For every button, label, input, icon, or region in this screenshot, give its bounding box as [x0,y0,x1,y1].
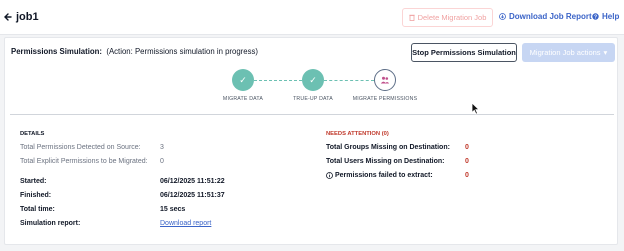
finished-label: Finished: [20,192,52,199]
chevron-down-icon: ▾ [603,48,608,57]
step-migrate-data: ✓ [232,69,254,91]
svg-text:?: ? [594,14,597,20]
users-missing-label: Total Users Missing on Destination: [326,158,445,165]
section-divider [10,114,614,115]
download-job-report-link[interactable]: Download Job Report [499,12,592,21]
explicit-permissions-label: Total Explicit Permissions to be Migrate… [20,158,148,165]
download-icon [499,13,506,20]
step-label-migrate-data: MIGRATE DATA [222,96,264,102]
step-connector [254,80,302,81]
groups-missing-label: Total Groups Missing on Destination: [326,144,450,151]
step-migrate-permissions [374,69,396,91]
help-icon: ? [592,13,599,20]
people-icon [380,76,390,84]
stop-permissions-simulation-button[interactable]: Stop Permissions Simulation [411,43,517,62]
trash-icon [408,14,415,21]
users-missing-value: 0 [465,158,469,165]
delete-migration-job-button[interactable]: Delete Migration Job [402,8,493,27]
top-bar: job1 Delete Migration Job Download Job R… [0,0,624,35]
explicit-permissions-value: 0 [160,158,164,165]
back-arrow-icon[interactable] [3,11,13,23]
job-title: job1 [16,11,39,23]
finished-value: 06/12/2025 11:51:37 [160,192,225,199]
mouse-cursor-icon [471,102,480,115]
download-report-link[interactable]: Download report [160,220,211,227]
step-connector [324,80,374,81]
details-title: DETAILS [20,131,45,137]
simulation-report-label: Simulation report: [20,220,81,227]
simulation-label: Permissions Simulation: [11,47,102,56]
info-icon [326,172,333,179]
permissions-failed-label: Permissions failed to extract: [335,172,433,179]
download-label: Download Job Report [509,12,592,21]
step-label-true-up-data: TRUE-UP DATA [293,96,333,102]
help-link[interactable]: ? Help [592,12,619,21]
simulation-status: (Action: Permissions simulation in progr… [106,47,259,56]
job-detail-card: Permissions Simulation: (Action: Permiss… [4,37,618,245]
actions-label: Migration Job actions [529,48,601,57]
step-label-migrate-permissions: MIGRATE PERMISSIONS [352,96,418,102]
permissions-failed-value: 0 [465,172,469,179]
needs-attention-title: NEEDS ATTENTION (0) [326,131,389,137]
help-label: Help [602,12,620,21]
check-icon: ✓ [239,74,247,85]
total-time-value: 15 secs [160,206,186,213]
check-icon: ✓ [309,74,317,85]
permissions-detected-value: 3 [160,144,164,151]
groups-missing-value: 0 [465,144,469,151]
total-time-label: Total time: [20,206,55,213]
step-true-up-data: ✓ [302,69,324,91]
started-value: 06/12/2025 11:51:22 [160,178,225,185]
permissions-detected-label: Total Permissions Detected on Source: [20,144,141,151]
simulation-status-line: Permissions Simulation: (Action: Permiss… [11,47,258,56]
permissions-failed-row: Permissions failed to extract: [326,172,433,179]
started-label: Started: [20,178,47,185]
delete-label: Delete Migration Job [417,13,487,22]
migration-job-actions-dropdown[interactable]: Migration Job actions ▾ [522,43,615,62]
